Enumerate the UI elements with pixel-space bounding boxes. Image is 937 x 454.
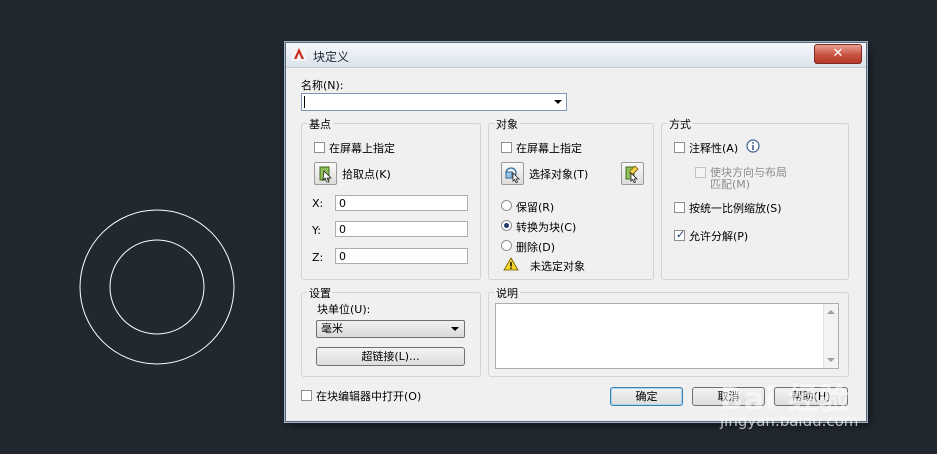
dropdown-arrow-icon	[451, 327, 459, 331]
hyperlink-button[interactable]: 超链接(L)...	[316, 347, 465, 366]
annotative-label: 注释性(A)	[689, 142, 739, 155]
objects-status-text: 未选定对象	[530, 260, 585, 273]
scale-uniformly-checkbox[interactable]	[674, 202, 685, 213]
name-label: 名称(N):	[301, 79, 344, 92]
delete-radio[interactable]	[501, 240, 512, 251]
scroll-down-icon[interactable]	[827, 358, 835, 362]
open-in-editor-checkbox[interactable]	[301, 390, 312, 401]
retain-radio[interactable]	[501, 200, 512, 211]
watermark-url: jingyan.baidu.com	[720, 412, 859, 430]
radio-selected-dot	[504, 223, 509, 228]
behavior-group-title: 方式	[667, 116, 693, 132]
annotative-checkbox[interactable]	[674, 142, 685, 153]
ok-button[interactable]: 确定	[610, 387, 683, 406]
name-combobox[interactable]	[301, 93, 567, 111]
x-coordinate-input[interactable]: 0	[335, 195, 468, 211]
settings-group-title: 设置	[307, 285, 333, 301]
quick-select-button[interactable]	[621, 162, 644, 185]
z-label: Z:	[312, 251, 324, 264]
retain-label: 保留(R)	[516, 201, 555, 214]
convert-to-block-label: 转换为块(C)	[516, 221, 577, 234]
scroll-up-icon[interactable]	[827, 310, 835, 314]
objects-specify-checkbox[interactable]	[501, 142, 512, 153]
z-coordinate-input[interactable]: 0	[335, 248, 468, 264]
outer-circle	[79, 209, 235, 365]
block-definition-dialog: 块定义 ✕ 名称(N): 基点 在屏幕上指定 拾取点(K) X: 0 Y: 0 …	[285, 42, 867, 422]
close-button[interactable]: ✕	[814, 44, 862, 64]
quick-select-icon	[625, 165, 639, 183]
block-unit-value: 毫米	[321, 322, 343, 335]
convert-to-block-radio[interactable]	[501, 220, 512, 231]
match-orientation-label-line2: 匹配(M)	[710, 178, 751, 191]
block-unit-label: 块单位(U):	[317, 303, 371, 316]
basepoint-specify-checkbox[interactable]	[314, 142, 325, 153]
basepoint-specify-label: 在屏幕上指定	[329, 142, 395, 155]
y-coordinate-input[interactable]: 0	[335, 221, 468, 237]
title-bar[interactable]: 块定义 ✕	[286, 43, 866, 68]
dropdown-arrow-icon[interactable]	[554, 100, 562, 104]
basepoint-group-title: 基点	[307, 116, 333, 132]
select-objects-label: 选择对象(T)	[529, 168, 589, 181]
info-icon[interactable]	[746, 139, 760, 153]
warning-icon	[503, 257, 519, 271]
description-group-title: 说明	[494, 285, 520, 301]
allow-exploding-checkbox[interactable]: ✓	[674, 228, 686, 241]
select-objects-button[interactable]	[501, 162, 524, 185]
description-scrollbar[interactable]	[823, 304, 838, 368]
y-label: Y:	[312, 224, 321, 237]
objects-group-title: 对象	[494, 116, 520, 132]
select-objects-icon	[505, 167, 520, 183]
description-textarea[interactable]	[495, 303, 839, 369]
x-label: X:	[312, 197, 324, 210]
open-in-editor-label: 在块编辑器中打开(O)	[316, 390, 422, 403]
delete-label: 删除(D)	[516, 241, 556, 254]
text-cursor	[304, 96, 305, 108]
pick-point-icon	[319, 166, 332, 183]
allow-exploding-label: 允许分解(P)	[689, 230, 749, 243]
checkmark-icon: ✓	[676, 228, 686, 241]
dialog-title: 块定义	[313, 50, 350, 64]
close-icon: ✕	[832, 46, 844, 61]
pick-point-button[interactable]	[314, 162, 337, 185]
pick-point-label: 拾取点(K)	[342, 168, 391, 181]
autocad-logo-icon	[292, 47, 306, 61]
block-unit-dropdown[interactable]: 毫米	[316, 320, 465, 338]
match-orientation-checkbox[interactable]	[695, 167, 706, 178]
objects-specify-label: 在屏幕上指定	[516, 142, 582, 155]
scale-uniformly-label: 按统一比例缩放(S)	[689, 202, 782, 215]
inner-circle	[109, 239, 205, 335]
